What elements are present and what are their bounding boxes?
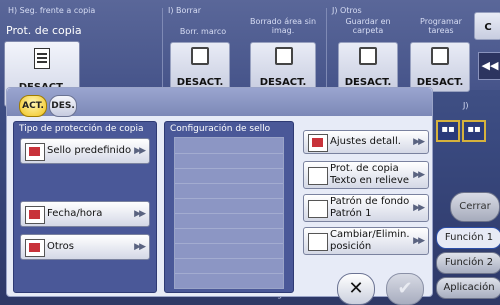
- save-folder-label: Guardar en carpeta: [345, 17, 391, 35]
- date-time-label: Fecha/hora: [47, 208, 103, 219]
- stamp-icon: [25, 143, 45, 161]
- date-time-button[interactable]: Fecha/hora ▶▶: [20, 201, 150, 227]
- application-button[interactable]: Aplicación: [436, 277, 500, 299]
- frame-erase-icon: [191, 47, 209, 65]
- close-button[interactable]: Cerrar: [450, 192, 500, 222]
- stamp-list-row: [175, 198, 283, 199]
- erase-area-icon: [275, 47, 293, 65]
- stamp-list-row: [175, 168, 283, 169]
- emboss-text-icon: [308, 167, 328, 185]
- stamp-list-row: [175, 243, 283, 244]
- section-i-label: I) Borrar: [168, 6, 202, 15]
- save-folder-button[interactable]: DESACT.: [338, 42, 398, 92]
- ok-button[interactable]: ✔: [386, 273, 424, 305]
- cancel-button[interactable]: ✕: [337, 273, 375, 305]
- collapse-arrow-button[interactable]: ◀◀: [478, 52, 500, 80]
- section-divider: [162, 8, 163, 88]
- background-pattern-button[interactable]: Patrón de fondo Patrón 1 ▶▶: [303, 194, 429, 222]
- background-pattern-label: Patrón de fondo Patrón 1: [330, 196, 410, 219]
- toggle-off-button[interactable]: DES.: [49, 95, 77, 117]
- protection-type-title: Tipo de protección de copia: [19, 124, 144, 134]
- others-icon: [25, 239, 45, 257]
- function-2-button[interactable]: Función 2: [436, 252, 500, 274]
- toggle-on-button[interactable]: ACT.: [19, 95, 47, 117]
- detailed-settings-button[interactable]: Ajustes detall. ▶▶: [303, 130, 429, 154]
- stamp-configuration-panel: Configuración de sello: [164, 121, 294, 293]
- partial-button-c[interactable]: C: [474, 12, 500, 40]
- protection-type-panel: Tipo de protección de copia Sello predef…: [13, 121, 157, 293]
- chevron-right-icon: ▶▶: [413, 170, 425, 180]
- chevron-right-icon: ▶▶: [413, 203, 425, 213]
- function-1-button[interactable]: Función 1: [436, 227, 500, 249]
- change-position-label: Cambiar/Elimin. posición: [330, 229, 410, 252]
- section-j-label: J) Otros: [332, 6, 362, 15]
- erase-blank-area-label: Borrado área sin imag.: [249, 17, 317, 35]
- side-tile-1[interactable]: ▪▪: [436, 120, 460, 142]
- chevron-right-icon: ▶▶: [413, 236, 425, 246]
- settings-icon: [308, 134, 328, 152]
- chevron-right-icon: ▶▶: [134, 209, 146, 219]
- stamp-list-row: [175, 258, 283, 259]
- side-tile-2[interactable]: ▪▪: [462, 120, 486, 142]
- others-label: Otros: [47, 241, 75, 252]
- section-divider: [326, 8, 327, 88]
- folder-icon: [359, 47, 377, 65]
- erase-blank-area-button[interactable]: DESACT.: [250, 42, 316, 92]
- chevron-right-icon: ▶▶: [413, 137, 425, 147]
- partial-button-c-label: C: [484, 22, 492, 33]
- pattern-icon: [308, 200, 328, 218]
- detailed-settings-label: Ajustes detall.: [330, 136, 401, 147]
- predefined-stamp-button[interactable]: Sello predefinido ▶▶: [20, 138, 150, 164]
- stamp-configuration-title: Configuración de sello: [170, 124, 271, 134]
- copy-protection-title: Prot. de copia: [6, 24, 82, 37]
- emboss-text-label: Prot. de copia Texto en relieve: [330, 163, 410, 186]
- stamp-list-row: [175, 213, 283, 214]
- stamp-list-row: [175, 273, 283, 274]
- chevron-right-icon: ▶▶: [134, 146, 146, 156]
- document-icon: [34, 48, 50, 69]
- copy-protection-dialog: ACT. DES. Tipo de protección de copia Se…: [6, 87, 433, 297]
- program-icon: [431, 47, 449, 65]
- position-icon: [308, 233, 328, 251]
- stamp-list-row: [175, 183, 283, 184]
- copy-protection-tab[interactable]: Prot. de copia DESACT.: [0, 18, 82, 107]
- emboss-text-button[interactable]: Prot. de copia Texto en relieve ▶▶: [303, 161, 429, 189]
- program-jobs-label: Programar tareas: [420, 17, 462, 35]
- stamp-list-row: [175, 228, 283, 229]
- others-button[interactable]: Otros ▶▶: [20, 234, 150, 260]
- section-h-label: H) Seg. frente a copia: [8, 6, 96, 15]
- dialog-header: ACT. DES.: [7, 88, 432, 117]
- predefined-stamp-label: Sello predefinido: [47, 145, 132, 156]
- section-j-side-label: J): [463, 101, 469, 110]
- date-time-icon: [25, 206, 45, 224]
- frame-erase-label: Borr. marco: [179, 27, 227, 36]
- chevron-right-icon: ▶▶: [134, 242, 146, 252]
- change-position-button[interactable]: Cambiar/Elimin. posición ▶▶: [303, 227, 429, 255]
- program-jobs-button[interactable]: DESACT.: [410, 42, 470, 92]
- stamp-list[interactable]: [174, 137, 284, 289]
- frame-erase-button[interactable]: DESACT.: [170, 42, 230, 92]
- stamp-list-row: [175, 153, 283, 154]
